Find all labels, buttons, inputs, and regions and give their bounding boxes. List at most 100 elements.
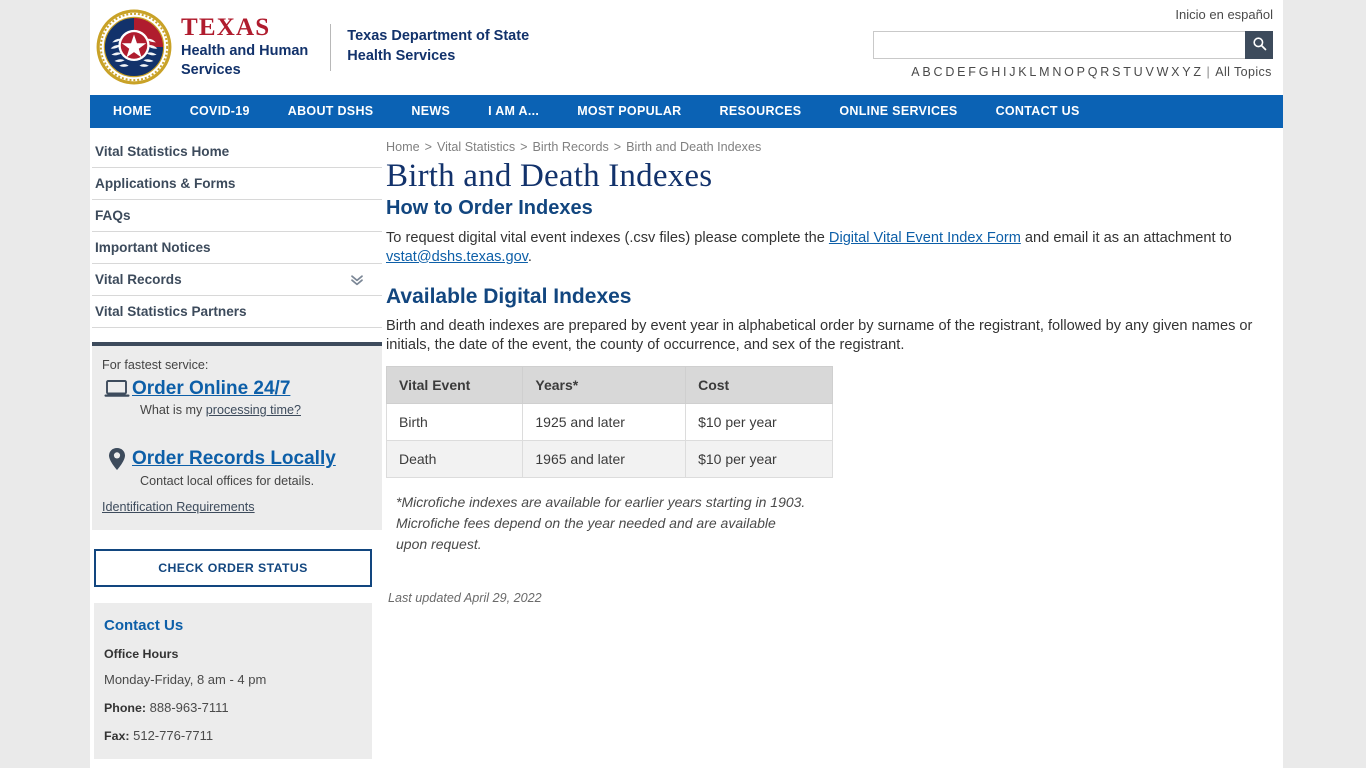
alpha-link-b[interactable]: B: [921, 65, 932, 79]
alpha-link-n[interactable]: N: [1051, 65, 1063, 79]
digital-vital-event-index-form-link[interactable]: Digital Vital Event Index Form: [829, 230, 1021, 246]
brand-divider: [330, 23, 332, 71]
order-locally-link[interactable]: Order Records Locally: [132, 448, 336, 470]
alpha-link-m[interactable]: M: [1038, 65, 1051, 79]
alpha-link-t[interactable]: T: [1122, 65, 1132, 79]
table-body: Birth 1925 and later $10 per year Death 1965…: [385, 402, 833, 478]
check-order-status-button[interactable]: CHECK ORDER STATUS: [94, 549, 372, 587]
alpha-link-q[interactable]: Q: [1087, 65, 1100, 79]
table-cell: Birth: [385, 402, 524, 441]
all-topics-link[interactable]: All Topics: [1214, 65, 1273, 79]
sidebar-item-label: Important Notices: [95, 240, 211, 255]
alpha-link-l[interactable]: L: [1028, 65, 1038, 79]
breadcrumb-item-home[interactable]: Home: [386, 140, 420, 154]
section-paragraph: Birth and death indexes are prepared by …: [386, 318, 1253, 354]
sidebar-item-important-notices[interactable]: Important Notices: [92, 231, 382, 263]
alpha-link-p[interactable]: P: [1075, 65, 1086, 79]
contact-title[interactable]: Contact Us: [104, 617, 360, 634]
page-body: Vital Statistics Home Applications & Form…: [90, 128, 1283, 759]
note-line-1: *Microfiche indexes are available for ea…: [396, 493, 806, 510]
alpha-link-f[interactable]: F: [967, 65, 977, 79]
alpha-link-x[interactable]: X: [1170, 65, 1181, 79]
nav-item-contact-us[interactable]: CONTACT US: [977, 95, 1099, 128]
order-locally-row[interactable]: Order Records Locally: [102, 447, 370, 471]
intro-paragraph: To request digital vital event indexes (…: [386, 229, 1271, 266]
alpha-link-e[interactable]: E: [956, 65, 967, 79]
microfiche-note: *Microfiche indexes are available for ea…: [396, 492, 866, 555]
search-row: [873, 31, 1273, 59]
alpha-link-d[interactable]: D: [944, 65, 956, 79]
order-online-row[interactable]: Order Online 24/7: [102, 378, 370, 400]
utility-area: Inicio en español ABCDEFGHIJKLMNOPQRSTUV…: [873, 0, 1273, 79]
breadcrumb-item-vital-statistics[interactable]: Vital Statistics: [437, 140, 515, 154]
alpha-link-y[interactable]: Y: [1181, 65, 1192, 79]
processing-time-link[interactable]: processing time?: [206, 403, 301, 417]
sidebar-item-label: Vital Statistics Home: [95, 144, 230, 159]
alphabet-nav: ABCDEFGHIJKLMNOPQRSTUVWXYZ | All Topics: [873, 65, 1273, 79]
alpha-link-v[interactable]: V: [1144, 65, 1155, 79]
sidebar-item-faqs[interactable]: FAQs: [92, 199, 382, 231]
alpha-link-k[interactable]: K: [1017, 65, 1028, 79]
nav-item-news[interactable]: NEWS: [392, 95, 469, 128]
office-hours-value: Monday-Friday, 8 am - 4 pm: [104, 672, 267, 687]
identification-requirements-link[interactable]: Identification Requirements: [102, 500, 255, 514]
alpha-link-a[interactable]: A: [910, 65, 921, 79]
nav-item-covid-19[interactable]: COVID-19: [171, 95, 269, 128]
service-box-lead: For fastest service:: [102, 358, 209, 372]
table-row: Death 1965 and later $10 per year: [385, 439, 833, 478]
vstat-email-link[interactable]: vstat@dshs.texas.gov: [386, 249, 528, 265]
nav-item-resources[interactable]: RESOURCES: [701, 95, 821, 128]
alpha-separator: |: [1202, 65, 1215, 79]
breadcrumb-separator: >: [613, 140, 622, 154]
nav-item-most-popular[interactable]: MOST POPULAR: [558, 95, 700, 128]
phone-line: Phone: 888-963-7111: [104, 700, 360, 715]
alpha-link-h[interactable]: H: [990, 65, 1002, 79]
nav-item-about-dshs[interactable]: ABOUT DSHS: [269, 95, 393, 128]
nav-item-online-services[interactable]: ONLINE SERVICES: [820, 95, 976, 128]
breadcrumb-separator: >: [424, 140, 432, 154]
site-branding[interactable]: TEXAS Health and Human Services Texas De…: [95, 8, 529, 86]
note-line-3: upon request.: [396, 535, 482, 552]
alpha-link-s[interactable]: S: [1111, 65, 1122, 79]
map-pin-icon: [102, 447, 132, 471]
breadcrumb-item-birth-records[interactable]: Birth Records: [532, 140, 608, 154]
texas-state-seal-icon: [95, 8, 173, 86]
alpha-link-u[interactable]: U: [1132, 65, 1144, 79]
alpha-link-o[interactable]: O: [1063, 65, 1076, 79]
alpha-link-r[interactable]: R: [1099, 65, 1111, 79]
sidebar-item-vital-records[interactable]: Vital Records: [92, 263, 382, 295]
alpha-link-g[interactable]: G: [978, 65, 991, 79]
fax-line: Fax: 512-776-7711: [104, 728, 360, 743]
table-cell: 1925 and later: [522, 402, 687, 441]
sidebar-item-applications-forms[interactable]: Applications & Forms: [92, 167, 382, 199]
sidebar: Vital Statistics Home Applications & Form…: [90, 128, 382, 759]
search-button[interactable]: [1245, 31, 1273, 59]
nav-item-i-am-a[interactable]: I AM A...: [469, 95, 558, 128]
table-cell: $10 per year: [685, 402, 833, 441]
table-header-cell: Vital Event: [385, 365, 524, 404]
chevron-down-icon[interactable]: [350, 273, 364, 287]
fax-value: 512-776-7711: [133, 728, 214, 743]
sidebar-nav: Vital Statistics Home Applications & Form…: [92, 136, 382, 328]
nav-item-home[interactable]: HOME: [94, 95, 171, 128]
contact-box: Contact Us Office Hours Monday-Friday, 8…: [94, 603, 372, 759]
espanol-link[interactable]: Inicio en español: [1175, 7, 1273, 22]
order-online-link[interactable]: Order Online 24/7: [132, 378, 290, 400]
sidebar-item-label: Applications & Forms: [95, 176, 236, 191]
sidebar-item-vital-statistics-partners[interactable]: Vital Statistics Partners: [92, 295, 382, 327]
alpha-link-j[interactable]: J: [1008, 65, 1017, 79]
table-header-row: Vital Event Years* Cost: [385, 365, 833, 404]
table-cell: Death: [385, 439, 524, 478]
alpha-link-z[interactable]: Z: [1192, 65, 1202, 79]
page-container: TEXAS Health and Human Services Texas De…: [90, 0, 1283, 768]
main-content: Home > Vital Statistics > Birth Records > Birt…: [382, 128, 1283, 759]
laptop-icon: [102, 379, 132, 399]
alpha-link-w[interactable]: W: [1155, 65, 1170, 79]
search-input[interactable]: [873, 31, 1245, 59]
sidebar-item-label: FAQs: [95, 208, 131, 223]
available-digital-indexes-heading: Available Digital Indexes: [386, 285, 632, 309]
alpha-link-c[interactable]: C: [932, 65, 944, 79]
last-updated-date: April 29, 2022: [463, 590, 542, 605]
main-navigation: HOME COVID-19 ABOUT DSHS NEWS I AM A... MOST …: [90, 95, 1283, 128]
sidebar-item-vital-statistics-home[interactable]: Vital Statistics Home: [92, 136, 382, 167]
